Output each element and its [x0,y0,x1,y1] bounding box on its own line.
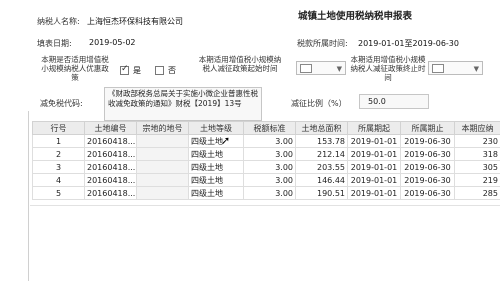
column-header[interactable]: 土地编号 [84,121,137,135]
land-code[interactable]: 20160418... [84,160,137,174]
tax-period-label: 税款所属时间: [297,39,348,48]
period-end[interactable]: 2019-06-30 [400,134,455,148]
table-bottom-divider [30,205,500,206]
tax-due: 285 [454,186,500,200]
tax-rate[interactable]: 3.00 [243,134,296,148]
land-code[interactable]: 20160418... [84,147,137,161]
lot-number[interactable] [136,160,189,174]
period-start[interactable]: 2019-01-01 [347,134,401,148]
yes-label: 是 [133,66,141,75]
land-tax-table: 行号 土地编号 宗地的地号 土地等级 税额标准 土地总面积 所属期起 所属期止 … [32,121,500,200]
tax-rate[interactable]: 3.00 [243,147,296,161]
column-header[interactable]: 所属期起 [347,121,401,135]
relief-end-date-field[interactable]: ▼ [428,61,483,75]
land-area[interactable]: 212.14 [295,147,348,161]
tax-due: 219 [454,173,500,187]
tax-due: 305 [454,160,500,174]
period-start[interactable]: 2019-01-01 [347,186,401,200]
land-grade[interactable]: 四级土地 [188,160,244,174]
reduction-ratio-field[interactable]: 50.0 [359,94,429,109]
tax-rate[interactable]: 3.00 [243,160,296,174]
table-row[interactable]: 5 20160418... 四级土地 3.00 190.51 2019-01-0… [32,186,500,200]
tax-rate[interactable]: 3.00 [243,186,296,200]
table-header-row: 行号 土地编号 宗地的地号 土地等级 税额标准 土地总面积 所属期起 所属期止 … [32,121,500,135]
land-grade[interactable]: 四级土地 [188,186,244,200]
table-row[interactable]: 4 20160418... 四级土地 3.00 146.44 2019-01-0… [32,173,500,187]
taxpayer-label: 纳税人名称: [37,17,80,26]
table-row[interactable]: 1 20160418... 四级土地 3.00 153.78 2019-01-0… [32,134,500,148]
land-area[interactable]: 146.44 [295,173,348,187]
yes-checkbox[interactable] [120,64,129,75]
row-number: 1 [32,134,85,148]
lot-number[interactable] [136,173,189,187]
page-title: 城镇土地使用税纳税申报表 [298,11,413,22]
table-row[interactable]: 2 20160418... 四级土地 3.00 212.14 2019-01-0… [32,147,500,161]
chevron-down-icon: ▼ [473,65,479,73]
no-label: 否 [168,66,176,75]
tax-rate[interactable]: 3.00 [243,173,296,187]
period-start[interactable]: 2019-01-01 [347,147,401,161]
fill-date-label: 填表日期: [37,39,72,48]
period-start[interactable]: 2019-01-01 [347,173,401,187]
period-start[interactable]: 2019-01-01 [347,160,401,174]
table-row[interactable]: 3 20160418... 四级土地 3.00 203.55 2019-01-0… [32,160,500,174]
period-end[interactable]: 2019-06-30 [400,160,455,174]
period-end[interactable]: 2019-06-30 [400,186,455,200]
left-frame-panel [0,111,29,281]
land-code[interactable]: 20160418... [84,134,137,148]
row-number: 3 [32,160,85,174]
reduction-ratio-label: 减征比例（%） [291,99,347,108]
period-end[interactable]: 2019-06-30 [400,173,455,187]
lot-number[interactable] [136,186,189,200]
column-header[interactable]: 所属期止 [400,121,455,135]
calendar-icon [432,64,444,73]
land-grade[interactable]: 四级土地 [188,147,244,161]
land-code[interactable]: 20160418... [84,173,137,187]
tax-due: 230 [454,134,500,148]
relief-code-label: 减免税代码: [40,99,83,108]
land-grade[interactable]: 四级土地 [188,173,244,187]
lot-number[interactable] [136,134,189,148]
tax-due: 318 [454,147,500,161]
land-area[interactable]: 203.55 [295,160,348,174]
mouse-pointer-icon: ➚ [221,134,231,147]
column-header[interactable]: 土地总面积 [295,121,348,135]
column-header[interactable]: 土地等级 [188,121,244,135]
row-number: 2 [32,147,85,161]
column-header[interactable]: 宗地的地号 [136,121,189,135]
lot-number[interactable] [136,147,189,161]
column-header[interactable]: 税额标准 [243,121,296,135]
column-header[interactable]: 本期应纳 [454,121,500,135]
taxpayer-name: 上海恒杰环保科技有限公司 [87,17,183,26]
tax-period-value: 2019-01-01至2019-06-30 [358,39,459,48]
land-area[interactable]: 190.51 [295,186,348,200]
calendar-icon [300,64,312,73]
row-number: 4 [32,173,85,187]
small-taxpayer-policy-label: 本期是否适用增值税小规模纳税人优惠政策 [41,55,109,82]
relief-policy-field[interactable]: 《财政部税务总局关于实施小微企业普惠性税收减免政策的通知》财税【2019】13号 [104,87,262,121]
chevron-down-icon: ▼ [336,65,342,73]
no-checkbox[interactable] [155,66,164,75]
relief-start-date-field[interactable]: ▼ [296,61,346,75]
relief-start-label: 本期适用增值税小规模纳税人减征政策起始时间 [198,55,282,73]
period-end[interactable]: 2019-06-30 [400,147,455,161]
column-header[interactable]: 行号 [32,121,85,135]
land-grade[interactable]: 四级土地 [188,134,244,148]
land-code[interactable]: 20160418... [84,186,137,200]
row-number: 5 [32,186,85,200]
relief-end-label: 本期适用增值税小规模纳税人减征政策终止时间 [350,55,426,82]
land-area[interactable]: 153.78 [295,134,348,148]
fill-date-value: 2019-05-02 [89,38,136,47]
